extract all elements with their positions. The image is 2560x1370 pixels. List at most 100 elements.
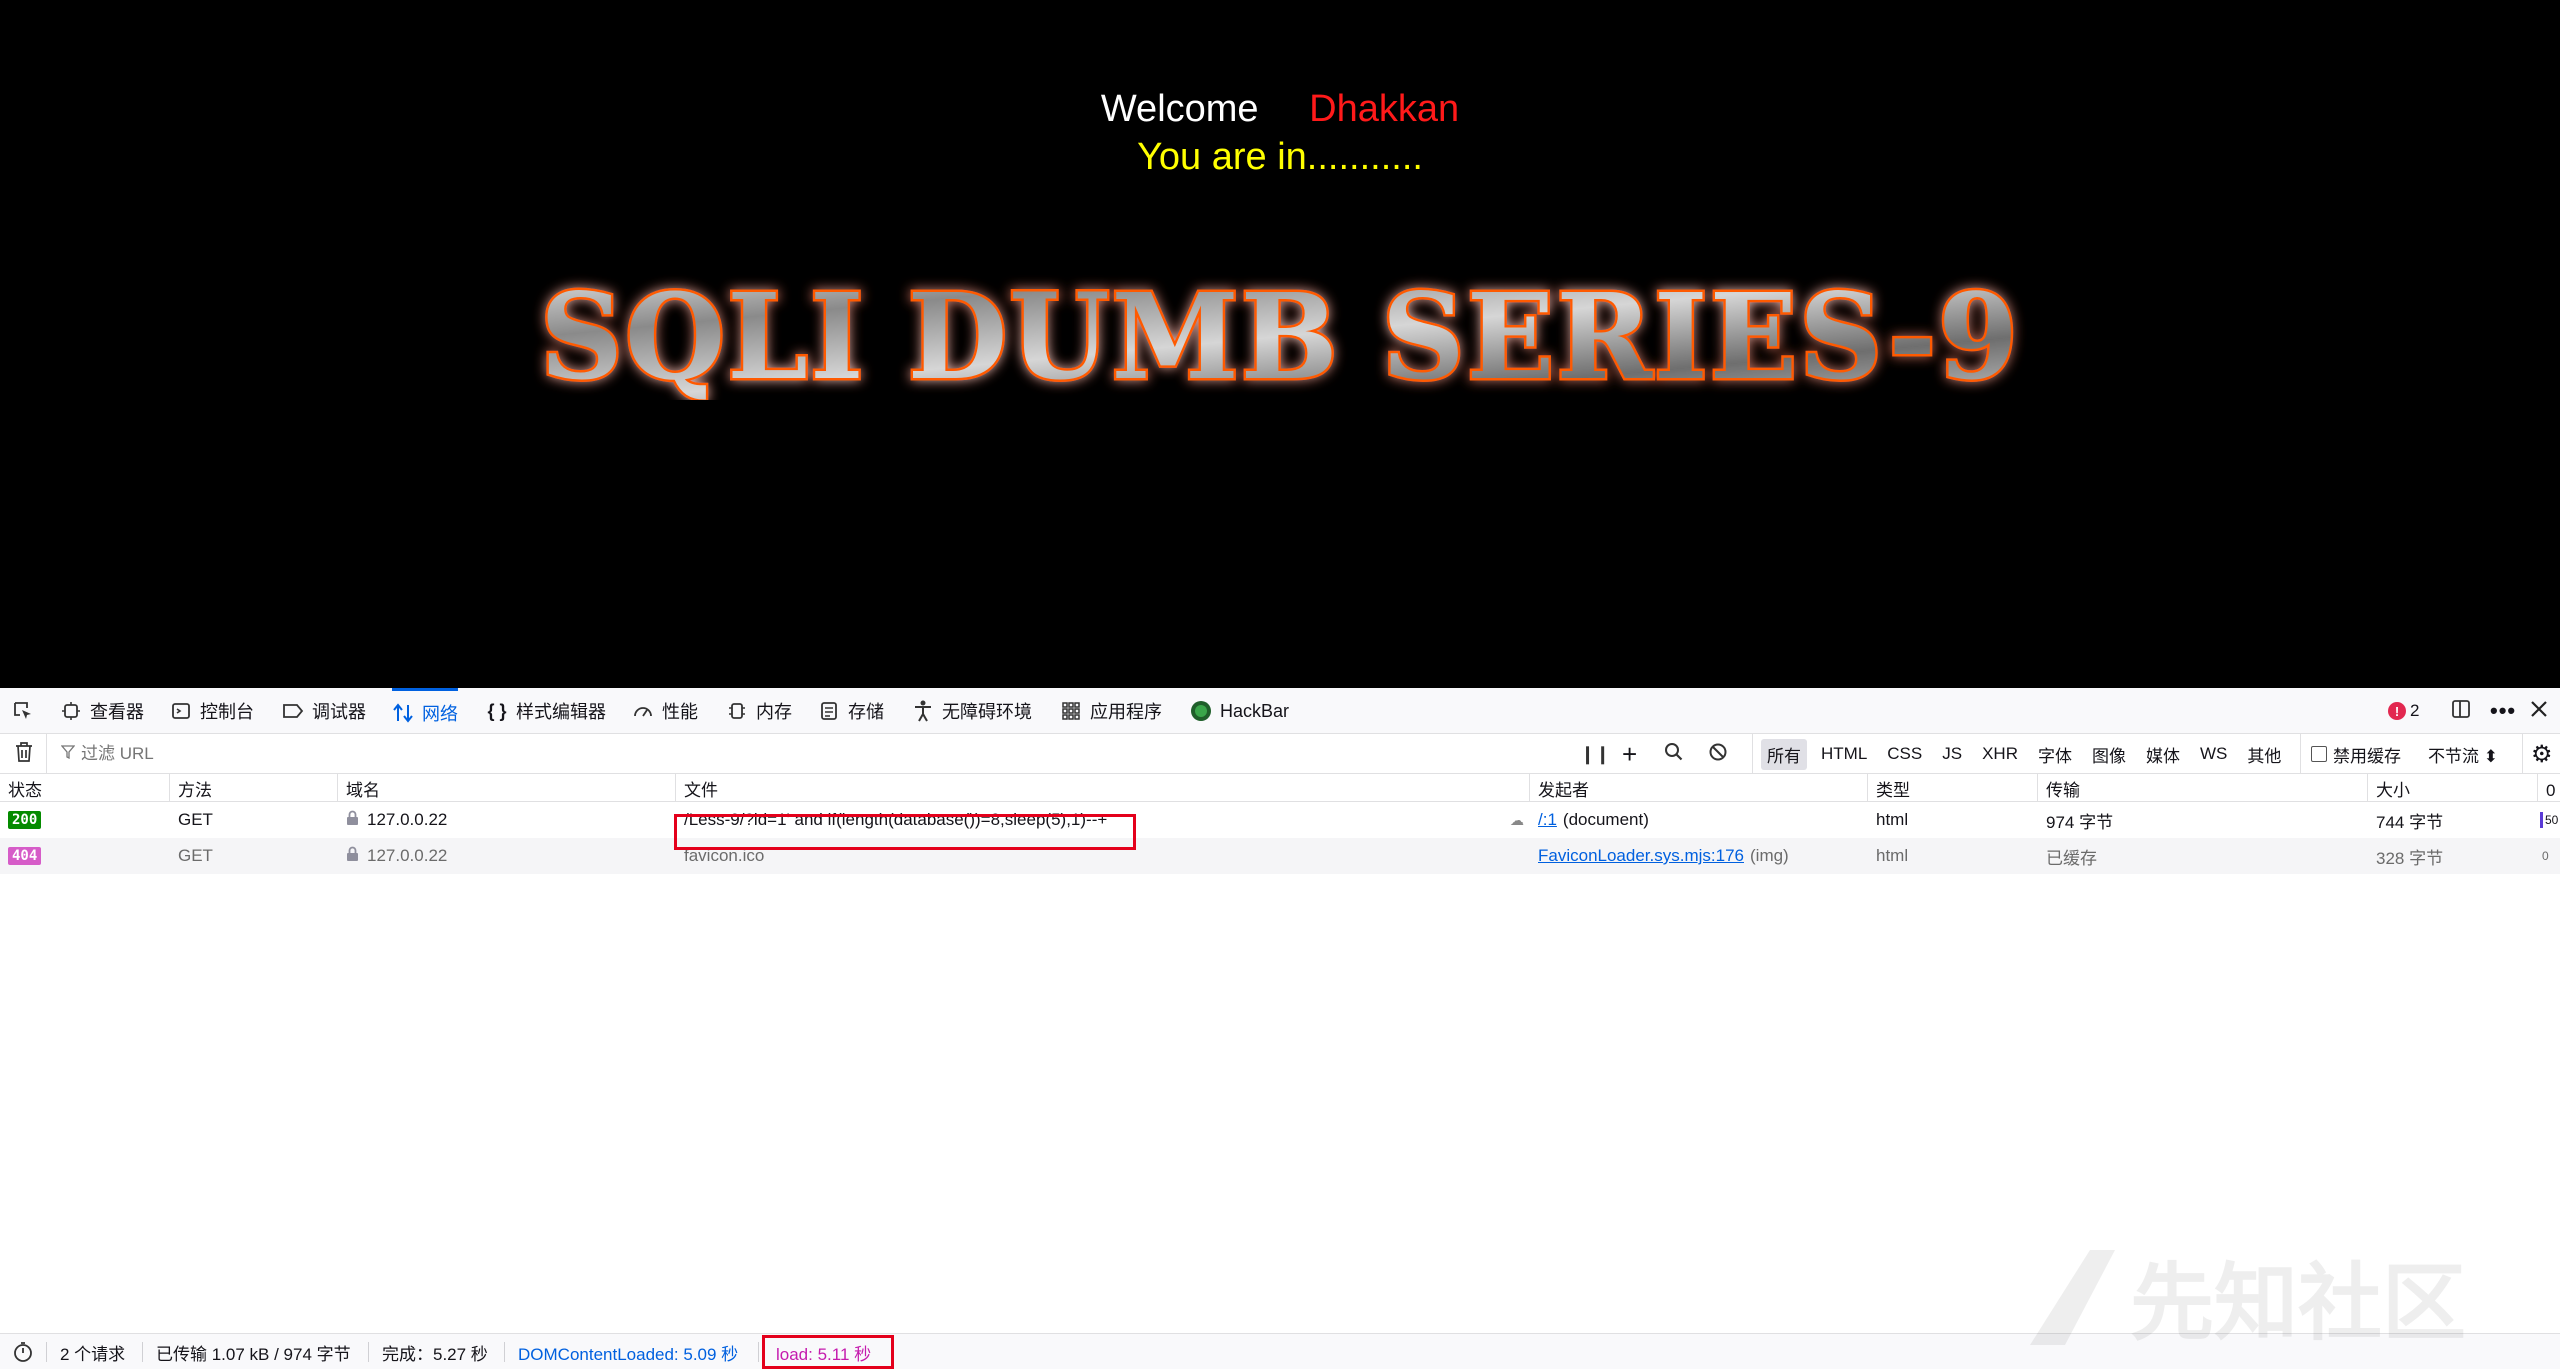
column-waterfall[interactable]: 0 毫 <box>2538 774 2560 802</box>
error-count[interactable]: ! 2 <box>2388 688 2419 734</box>
initiator-link[interactable]: /:1 <box>1538 810 1557 830</box>
domain-cell: 127.0.0.22 <box>338 802 676 838</box>
filter-fonts[interactable]: 字体 <box>2032 739 2078 770</box>
add-request-button[interactable]: + <box>1622 734 1637 774</box>
throttle-select[interactable]: 不节流 ⬍ <box>2428 734 2498 774</box>
waterfall-cell: 0 <box>2542 849 2549 863</box>
memory-icon <box>726 700 748 722</box>
plus-icon: + <box>1622 738 1638 769</box>
dom-content-loaded-time: DOMContentLoaded: 5.09 秒 <box>518 1344 739 1364</box>
disable-cache-toggle[interactable]: 禁用缓存 <box>2300 734 2401 774</box>
initiator-type: (document) <box>1562 810 1649 829</box>
domain-cell: 127.0.0.22 <box>338 838 676 874</box>
type-filters: 所有 HTML CSS JS XHR 字体 图像 媒体 WS 其他 <box>1752 734 2287 774</box>
column-initiator[interactable]: 发起者 <box>1530 774 1868 802</box>
separator <box>368 1342 369 1362</box>
filter-xhr[interactable]: XHR <box>1976 741 2024 767</box>
banner-image: SQLI DUMB SERIES-9 <box>538 270 2021 400</box>
block-button[interactable] <box>1708 734 1728 774</box>
tracker-icon: ☁ <box>1510 811 1524 828</box>
dock-toggle-button[interactable] <box>2450 688 2472 734</box>
pause-icon: ❙❙ <box>1580 743 1611 764</box>
network-filter-bar: ❙❙ + 所有 HTML CSS JS XHR 字体 图像 媒体 WS 其他 禁… <box>0 734 2560 774</box>
hackbar-icon <box>1190 700 1212 722</box>
column-domain[interactable]: 域名 <box>338 774 676 802</box>
status-badge: 200 <box>8 811 42 829</box>
waterfall-value: 50 <box>2545 813 2559 827</box>
status-message: You are in........... <box>1137 136 1423 178</box>
network-settings-button[interactable]: ⚙ <box>2522 734 2553 774</box>
debugger-icon <box>282 700 304 722</box>
column-method[interactable]: 方法 <box>170 774 338 802</box>
waterfall-bar <box>2540 812 2543 828</box>
type-cell: html <box>1876 810 1909 829</box>
disable-cache-checkbox[interactable] <box>2311 746 2327 762</box>
console-icon <box>170 700 192 722</box>
tab-label: 存储 <box>848 702 884 722</box>
tab-label: 调试器 <box>312 702 366 722</box>
gear-icon: ⚙ <box>2531 740 2553 768</box>
tab-label: 性能 <box>662 702 698 722</box>
method-cell: GET <box>178 846 213 865</box>
table-row[interactable]: 404 GET 127.0.0.22 favicon.ico FaviconLo… <box>0 838 2560 874</box>
request-count: 2 个请求 <box>60 1344 126 1364</box>
more-options-button[interactable]: ••• <box>2490 688 2516 734</box>
tab-console[interactable]: 控制台 <box>170 688 254 734</box>
throttle-value: 不节流 ⬍ <box>2428 746 2498 766</box>
disable-cache-label: 禁用缓存 <box>2333 746 2401 766</box>
file-highlight-box <box>674 814 1136 850</box>
element-picker-button[interactable] <box>12 688 34 734</box>
lock-icon <box>346 846 359 867</box>
column-size[interactable]: 大小 <box>2368 774 2538 802</box>
dock-icon <box>2450 698 2472 725</box>
column-file[interactable]: 文件 <box>676 774 1530 802</box>
filter-ws[interactable]: WS <box>2194 741 2233 767</box>
url-filter[interactable] <box>46 734 1546 774</box>
transferred-cell: 已缓存 <box>2046 848 2097 868</box>
tab-performance[interactable]: 性能 <box>632 688 698 734</box>
tab-label: 查看器 <box>90 702 144 722</box>
clear-requests-button[interactable] <box>14 734 34 774</box>
tab-label: 内存 <box>756 702 792 722</box>
column-transferred[interactable]: 传输 <box>2038 774 2368 802</box>
block-icon <box>1708 742 1728 767</box>
url-filter-input[interactable] <box>81 744 1381 764</box>
search-button[interactable] <box>1664 734 1684 774</box>
svg-text:先知社区: 先知社区 <box>2130 1254 2466 1350</box>
welcome-line: Welcome Dhakkan <box>0 88 2560 131</box>
pause-button[interactable]: ❙❙ <box>1580 734 1610 774</box>
type-cell: html <box>1876 846 1909 865</box>
status-badge: 404 <box>8 847 42 865</box>
page-viewport: Welcome Dhakkan You are in........... SQ… <box>0 0 2560 688</box>
separator <box>758 1342 759 1362</box>
finish-time: 完成：5.27 秒 <box>382 1344 488 1364</box>
load-highlight-box <box>762 1335 894 1369</box>
welcome-label: Welcome <box>1100 88 1259 130</box>
filter-js[interactable]: JS <box>1936 741 1968 767</box>
tab-memory[interactable]: 内存 <box>726 688 792 734</box>
tab-accessibility[interactable]: 无障碍环境 <box>912 688 1032 734</box>
element-picker-icon <box>12 700 34 722</box>
lock-icon <box>346 810 359 831</box>
column-type[interactable]: 类型 <box>1868 774 2038 802</box>
initiator-link[interactable]: FaviconLoader.sys.mjs:176 <box>1538 846 1744 866</box>
size-cell: 744 字节 <box>2376 812 2444 832</box>
filter-media[interactable]: 媒体 <box>2140 739 2186 770</box>
filter-all[interactable]: 所有 <box>1761 738 1807 770</box>
tab-network[interactable]: 网络 <box>392 688 458 734</box>
tab-label: 应用程序 <box>1090 702 1162 722</box>
tab-hackbar[interactable]: HackBar <box>1190 688 1289 734</box>
filter-other[interactable]: 其他 <box>2241 739 2287 770</box>
column-status[interactable]: 状态 <box>0 774 170 802</box>
filter-html[interactable]: HTML <box>1815 741 1873 767</box>
tab-application[interactable]: 应用程序 <box>1060 688 1162 734</box>
tab-style-editor[interactable]: { } 样式编辑器 <box>486 688 606 734</box>
close-devtools-button[interactable] <box>2530 688 2548 734</box>
table-row[interactable]: 200 GET 127.0.0.22 /Less-9/?id=1' and if… <box>0 802 2560 838</box>
tab-inspector[interactable]: 查看器 <box>60 688 144 734</box>
filter-css[interactable]: CSS <box>1881 741 1928 767</box>
tab-storage[interactable]: 存储 <box>818 688 884 734</box>
filter-images[interactable]: 图像 <box>2086 739 2132 770</box>
tab-debugger[interactable]: 调试器 <box>282 688 366 734</box>
tab-label: HackBar <box>1220 700 1290 721</box>
